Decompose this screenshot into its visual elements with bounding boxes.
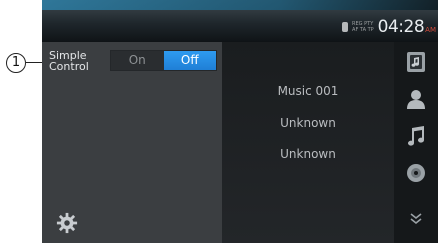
simple-control-label: Simple Control [49, 50, 109, 72]
song-button[interactable] [394, 119, 438, 153]
status-bar-accent [42, 0, 438, 10]
now-playing-panel: Music 001 Unknown Unknown [222, 42, 394, 243]
status-area: REG PTY AF TA TP 04:28 AM [342, 17, 436, 37]
artist-button[interactable] [394, 82, 438, 116]
more-chevron-icon [410, 213, 422, 225]
callout-number: 1 [6, 53, 26, 73]
disc-button[interactable] [394, 156, 438, 190]
track-title: Music 001 [277, 84, 339, 98]
more-button[interactable] [394, 202, 438, 236]
rds-flags: REG PTY AF TA TP [352, 21, 374, 33]
status-bar: REG PTY AF TA TP 04:28 AM [42, 0, 438, 42]
manual-figure: 1 REG PTY AF TA TP 04:28 AM Simple Contr… [0, 0, 438, 243]
source-sidebar [394, 42, 438, 243]
simple-control-label-line2: Control [49, 60, 89, 73]
head-unit-screen: REG PTY AF TA TP 04:28 AM Simple Control… [42, 0, 438, 243]
simple-control-toggle: On Off [110, 50, 217, 71]
clock-ampm: AM [425, 26, 436, 34]
signal-icon [342, 22, 349, 32]
simple-control-on-button[interactable]: On [111, 51, 164, 70]
track-artist: Unknown [280, 116, 336, 130]
simple-control-off-button[interactable]: Off [163, 51, 216, 70]
rds-flags-bottom: AF TA TP [352, 27, 374, 33]
clock-time: 04:28 [377, 17, 425, 37]
music-note-icon [408, 126, 425, 146]
track-album: Unknown [280, 147, 336, 161]
settings-panel: Simple Control On Off [42, 42, 222, 243]
disc-icon [407, 164, 425, 182]
settings-gear-icon[interactable] [56, 212, 78, 234]
music-folder-button[interactable] [394, 45, 438, 79]
music-folder-icon [407, 52, 425, 72]
artist-icon [407, 90, 425, 109]
